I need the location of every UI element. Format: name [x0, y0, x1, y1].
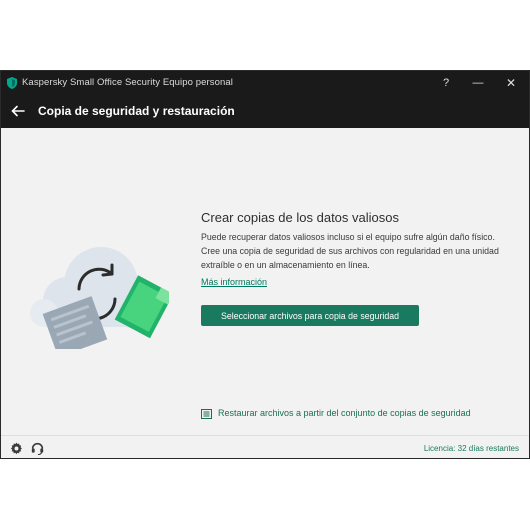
support-icon[interactable] — [31, 442, 44, 455]
title-bar: Kaspersky Small Office Security Equipo p… — [1, 71, 529, 95]
minimize-button[interactable]: — — [463, 73, 493, 93]
footer-divider — [1, 435, 529, 436]
kaspersky-logo-icon — [7, 77, 17, 89]
license-status[interactable]: Licencia: 32 días restantes — [424, 444, 519, 453]
page-header: Copia de seguridad y restauración — [1, 95, 529, 128]
arrow-left-icon[interactable] — [10, 103, 26, 119]
gear-icon[interactable] — [10, 442, 23, 455]
app-title: Kaspersky Small Office Security Equipo p… — [22, 77, 233, 88]
restore-icon — [201, 409, 212, 419]
restore-files-label: Restaurar archivos a partir del conjunto… — [218, 408, 471, 418]
select-files-button[interactable]: Seleccionar archivos para copia de segur… — [201, 305, 419, 326]
backup-illustration — [30, 247, 169, 349]
close-button[interactable]: ✕ — [496, 73, 526, 93]
help-button[interactable]: ? — [431, 73, 461, 93]
section-description: Puede recuperar datos valiosos incluso s… — [201, 232, 499, 270]
more-info-link[interactable]: Más información — [201, 277, 267, 287]
app-window: Kaspersky Small Office Security Equipo p… — [0, 70, 530, 459]
section-title: Crear copias de los datos valiosos — [201, 210, 399, 225]
page-title: Copia de seguridad y restauración — [38, 104, 235, 118]
